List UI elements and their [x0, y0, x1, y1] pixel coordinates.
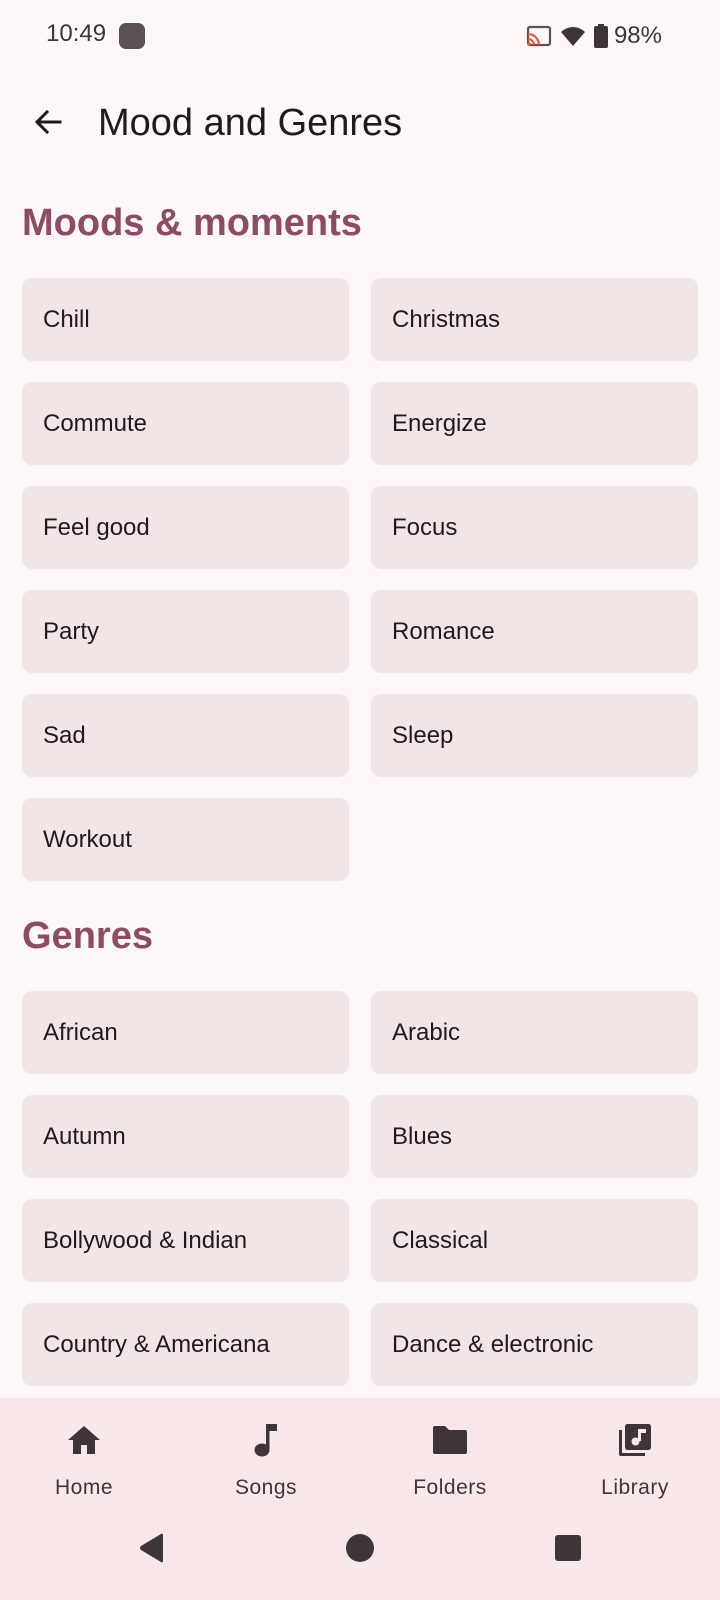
triangle-back-icon [137, 1532, 167, 1569]
music-note-icon [246, 1420, 286, 1460]
genre-tile-african[interactable]: African [22, 991, 349, 1074]
nav-label-folders: Folders [413, 1476, 487, 1499]
mood-tile-romance[interactable]: Romance [371, 590, 698, 673]
mood-tile-commute[interactable]: Commute [22, 382, 349, 465]
battery-icon [593, 24, 608, 48]
mood-tile-sad[interactable]: Sad [22, 694, 349, 777]
circle-home-icon [345, 1533, 375, 1568]
system-recents-button[interactable] [538, 1520, 598, 1580]
nav-label-songs: Songs [234, 1476, 298, 1499]
page-title: Mood and Genres [98, 102, 403, 144]
genre-tile-blues[interactable]: Blues [371, 1095, 698, 1178]
battery-percent: 98% [613, 22, 662, 49]
section-title-genres: Genres [22, 915, 153, 957]
square-recents-icon [554, 1534, 582, 1567]
mood-tile-feel-good[interactable]: Feel good [22, 486, 349, 569]
genre-tile-autumn[interactable]: Autumn [22, 1095, 349, 1178]
mood-tile-chill[interactable]: Chill [22, 278, 349, 361]
genre-tile-classical[interactable]: Classical [371, 1199, 698, 1282]
genre-tile-arabic[interactable]: Arabic [371, 991, 698, 1074]
section-title-moods: Moods & moments [22, 202, 362, 244]
genre-tile-bollywood-indian[interactable]: Bollywood & Indian [22, 1199, 349, 1282]
genre-tile-dance-electronic[interactable]: Dance & electronic [371, 1303, 698, 1386]
library-music-icon [615, 1420, 655, 1460]
nav-label-home: Home [54, 1476, 114, 1499]
status-time: 10:49 [46, 20, 107, 47]
status-bar: 10:49 98% [0, 0, 720, 72]
mood-tile-focus[interactable]: Focus [371, 486, 698, 569]
back-button[interactable] [24, 100, 72, 148]
mood-tile-workout[interactable]: Workout [22, 798, 349, 881]
wifi-icon [560, 25, 586, 47]
cast-icon [526, 25, 552, 47]
system-home-button[interactable] [330, 1520, 390, 1580]
mood-tile-christmas[interactable]: Christmas [371, 278, 698, 361]
system-back-button[interactable] [122, 1520, 182, 1580]
mood-tile-energize[interactable]: Energize [371, 382, 698, 465]
content-scroll[interactable]: Moods & moments Chill Christmas Commute … [0, 180, 720, 1398]
notification-app-icon [119, 23, 145, 49]
top-app-bar: Mood and Genres [0, 88, 720, 160]
mood-tile-party[interactable]: Party [22, 590, 349, 673]
system-navigation-bar [0, 1500, 720, 1600]
folder-icon [430, 1420, 470, 1460]
genre-tile-country-americana[interactable]: Country & Americana [22, 1303, 349, 1386]
nav-label-library: Library [601, 1476, 669, 1499]
mood-tile-sleep[interactable]: Sleep [371, 694, 698, 777]
arrow-back-icon [32, 106, 64, 143]
status-icons: 98% [526, 20, 662, 52]
home-icon [64, 1420, 104, 1460]
